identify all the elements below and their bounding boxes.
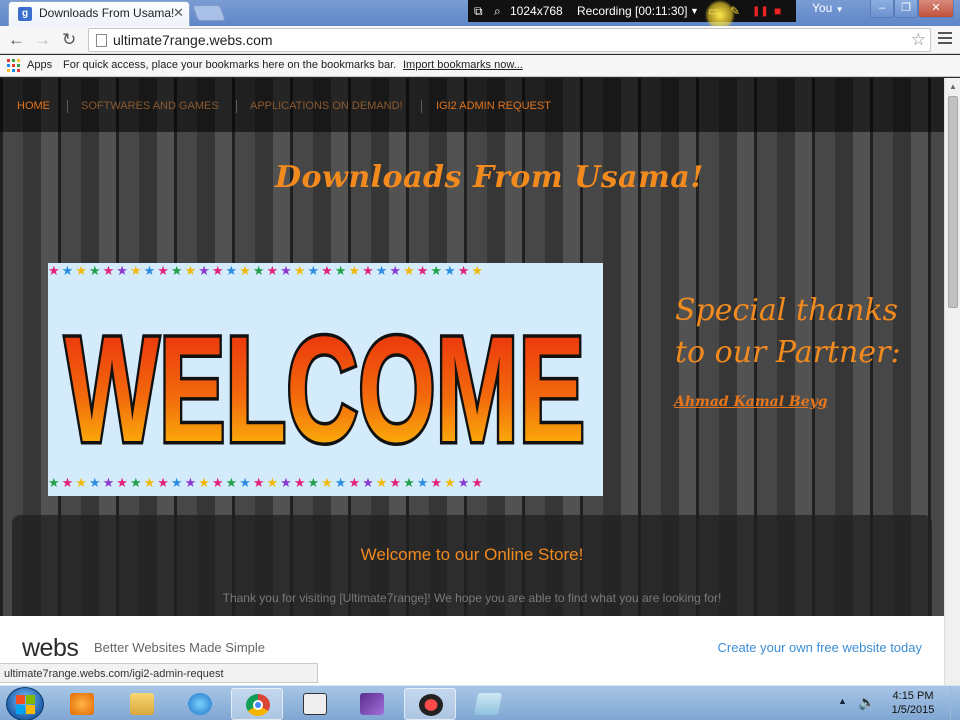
nav-divider (421, 100, 422, 113)
chrome-icon (246, 694, 270, 716)
clock-time: 4:15 PM (892, 690, 934, 702)
minimize-icon[interactable]: – (870, 0, 894, 18)
chrome-center (253, 700, 263, 710)
scrollbar-thumb[interactable] (948, 96, 958, 308)
chevron-down-icon: ▼ (835, 5, 844, 14)
create-website-link[interactable]: Create your own free website today (718, 640, 923, 655)
restore-icon[interactable]: ❐ (894, 0, 918, 18)
notepad-icon (474, 693, 502, 715)
chrome-menu-icon[interactable] (938, 32, 952, 47)
apps-link[interactable]: Apps (27, 59, 52, 71)
forward-arrow-icon[interactable]: → (34, 30, 51, 50)
show-desktop-button[interactable] (950, 686, 960, 720)
clock-date: 1/5/2015 (891, 704, 935, 716)
windows-logo-icon (26, 705, 35, 714)
store-message: Thank you for visiting [Ultimate7range]!… (222, 591, 722, 605)
windows-logo-icon (16, 695, 25, 704)
taskbar-file-explorer[interactable] (116, 688, 168, 720)
nav-home[interactable]: HOME (17, 100, 50, 112)
profile-label: You (812, 1, 833, 15)
site-navigation: HOME SOFTWARES AND GAMES APPLICATIONS ON… (0, 78, 944, 132)
taskbar-recorder[interactable] (404, 688, 456, 720)
nav-applications-on-demand[interactable]: APPLICATIONS ON DEMAND! (250, 100, 403, 112)
page-scrollbar[interactable]: ▲ (944, 78, 960, 685)
taskbar-media-player[interactable] (56, 688, 108, 720)
taskbar-visual-studio[interactable] (346, 688, 398, 720)
welcome-wordart: WELCOME (62, 302, 589, 477)
taskbar-notepad[interactable] (462, 688, 514, 720)
tab-strip: g Downloads From Usama! ✕ ⧉ ⌕ 1024x768 R… (0, 0, 960, 30)
internet-explorer-icon (188, 693, 212, 715)
scroll-up-icon[interactable]: ▲ (949, 82, 957, 91)
thanks-line-2: to our Partner: (675, 335, 901, 370)
import-bookmarks-link[interactable]: Import bookmarks now... (403, 59, 523, 71)
partner-link[interactable]: Ahmad Kamal Beyg (674, 394, 828, 410)
address-url[interactable]: ultimate7range.webs.com (113, 32, 273, 48)
close-tab-icon[interactable]: ✕ (173, 5, 184, 21)
reload-icon[interactable]: ↻ (62, 30, 76, 50)
status-url-bubble: ultimate7range.webs.com/igi2-admin-reque… (0, 663, 318, 683)
nav-softwares-and-games[interactable]: SOFTWARES AND GAMES (81, 100, 219, 112)
fullscreen-icon[interactable]: ⧉ (474, 4, 483, 19)
nav-divider (67, 100, 68, 113)
volume-icon[interactable]: 🔈 (858, 694, 875, 711)
system-clock[interactable]: 4:15 PM 1/5/2015 (880, 689, 946, 717)
site-title: Downloads From Usama! (275, 160, 704, 195)
new-tab-button[interactable] (192, 5, 226, 21)
nav-igi2-admin-request[interactable]: IGI2 ADMIN REQUEST (436, 100, 551, 112)
page-icon (96, 34, 107, 47)
tab-downloads-from-usama[interactable]: g Downloads From Usama! ✕ (8, 1, 190, 26)
taskbar-film-editor[interactable] (289, 688, 341, 720)
taskbar-chrome[interactable] (231, 688, 283, 720)
pause-icon[interactable]: ❚❚ (752, 6, 769, 17)
nav-divider (236, 100, 237, 113)
media-player-icon (70, 693, 94, 715)
taskbar-internet-explorer[interactable] (174, 688, 226, 720)
recording-resolution: 1024x768 (510, 4, 563, 18)
web-page: HOME SOFTWARES AND GAMES APPLICATIONS ON… (0, 78, 944, 685)
back-arrow-icon[interactable]: ← (8, 30, 25, 50)
visual-studio-icon (360, 693, 384, 715)
zoom-icon[interactable]: ⌕ (494, 4, 501, 19)
recording-status: Recording [00:11:30] (577, 4, 688, 18)
welcome-banner-image: ★★★★★★★★★★★★★★★★★★★★★★★★★★★★★★★★ WELCOME… (48, 263, 603, 496)
browser-toolbar: ← → ↻ ultimate7range.webs.com ☆ (0, 26, 960, 54)
confetti-stars: ★★★★★★★★★★★★★★★★★★★★★★★★★★★★★★★★ (48, 475, 485, 490)
bookmarks-hint: For quick access, place your bookmarks h… (63, 59, 397, 71)
recording-toolbar: ⧉ ⌕ 1024x768 Recording [00:11:30] ▼ ▭ ✎ … (468, 0, 796, 22)
webs-logo[interactable]: webs (22, 634, 79, 663)
recorder-icon (419, 694, 443, 716)
webs-favicon-icon: g (18, 7, 32, 21)
profile-button[interactable]: You ▼ (812, 1, 864, 19)
tab-title: Downloads From Usama! (39, 6, 175, 20)
window-controls: – ❐ ✕ (870, 0, 954, 20)
bookmark-star-icon[interactable]: ☆ (911, 30, 926, 50)
banner-text: WELCOME (65, 305, 585, 473)
film-icon (303, 693, 327, 715)
close-window-icon[interactable]: ✕ (918, 0, 954, 18)
webs-tagline: Better Websites Made Simple (94, 640, 265, 655)
windows-logo-icon (16, 705, 25, 714)
stop-icon[interactable]: ■ (774, 4, 781, 18)
folder-icon (130, 693, 154, 715)
tray-expand-icon[interactable]: ▲ (838, 696, 847, 706)
thanks-line-1: Special thanks (675, 293, 899, 328)
bookmarks-bar: Apps For quick access, place your bookma… (0, 55, 960, 77)
store-heading: Welcome to our Online Store! (360, 545, 584, 564)
start-button[interactable] (6, 687, 44, 720)
windows-taskbar: ▲ 🔈 4:15 PM 1/5/2015 (0, 685, 960, 720)
windows-logo-icon (26, 695, 35, 704)
partner-thanks: Special thanks to our Partner: (675, 290, 901, 374)
chevron-down-icon[interactable]: ▼ (690, 6, 699, 16)
apps-grid-icon[interactable] (7, 59, 20, 72)
address-bar[interactable]: ultimate7range.webs.com ☆ (88, 28, 931, 52)
